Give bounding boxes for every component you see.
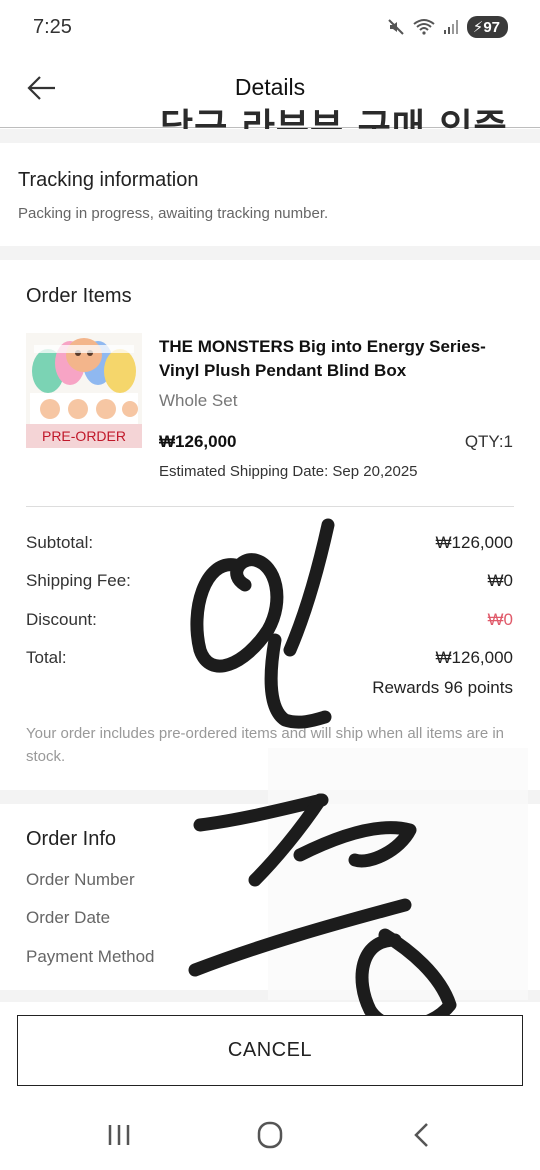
divider — [26, 506, 514, 507]
shipping-fee-label: Shipping Fee: — [26, 571, 131, 590]
product-name[interactable]: THE MONSTERS Big into Energy Series-Viny… — [159, 335, 499, 383]
tracking-title: Tracking information — [18, 169, 199, 191]
order-number-label: Order Number — [26, 870, 135, 889]
product-illustration — [26, 333, 142, 425]
order-items-title: Order Items — [26, 285, 132, 307]
wifi-icon — [413, 19, 435, 35]
payment-method-label: Payment Method — [26, 947, 155, 966]
mute-icon — [388, 19, 404, 35]
nav-back-icon[interactable] — [401, 1118, 441, 1152]
estimated-shipping-date: Estimated Shipping Date: Sep 20,2025 — [159, 463, 418, 480]
battery-level: 97 — [483, 19, 500, 36]
section-gap — [0, 246, 540, 260]
shipping-fee-value: ₩0 — [487, 571, 514, 590]
preorder-badge: PRE-ORDER — [26, 424, 142, 448]
status-time: 7:25 — [33, 16, 72, 38]
order-date-label: Order Date — [26, 908, 111, 927]
subtotal-label: Subtotal: — [26, 533, 94, 552]
home-icon[interactable] — [250, 1118, 290, 1152]
product-variant: Whole Set — [159, 391, 238, 410]
product-image[interactable]: PRE-ORDER — [26, 333, 142, 448]
discount-label: Discount: — [26, 610, 97, 629]
recents-icon[interactable] — [99, 1118, 139, 1152]
tracking-status: Packing in progress, awaiting tracking n… — [18, 205, 329, 222]
signal-icon — [443, 20, 458, 34]
battery-icon: ⚡97 — [466, 16, 508, 38]
order-info-title: Order Info — [26, 828, 117, 850]
status-bar: 7:25 ⚡97 — [0, 0, 540, 56]
discount-value: ₩0 — [487, 610, 514, 629]
cancel-button[interactable]: CANCEL — [17, 1015, 523, 1086]
subtotal-value: ₩126,000 — [435, 533, 514, 552]
status-icons: ⚡97 — [387, 16, 508, 38]
page-title: Details — [234, 74, 306, 100]
product-price: ₩126,000 — [159, 432, 237, 451]
rewards-points: Rewards 96 points — [372, 678, 513, 697]
total-value: ₩126,000 — [435, 648, 514, 667]
product-qty: QTY:1 — [464, 432, 513, 451]
total-label: Total: — [26, 648, 67, 667]
handwriting-backdrop — [268, 748, 528, 1000]
system-nav-bar — [0, 1100, 540, 1170]
section-gap — [0, 129, 540, 143]
